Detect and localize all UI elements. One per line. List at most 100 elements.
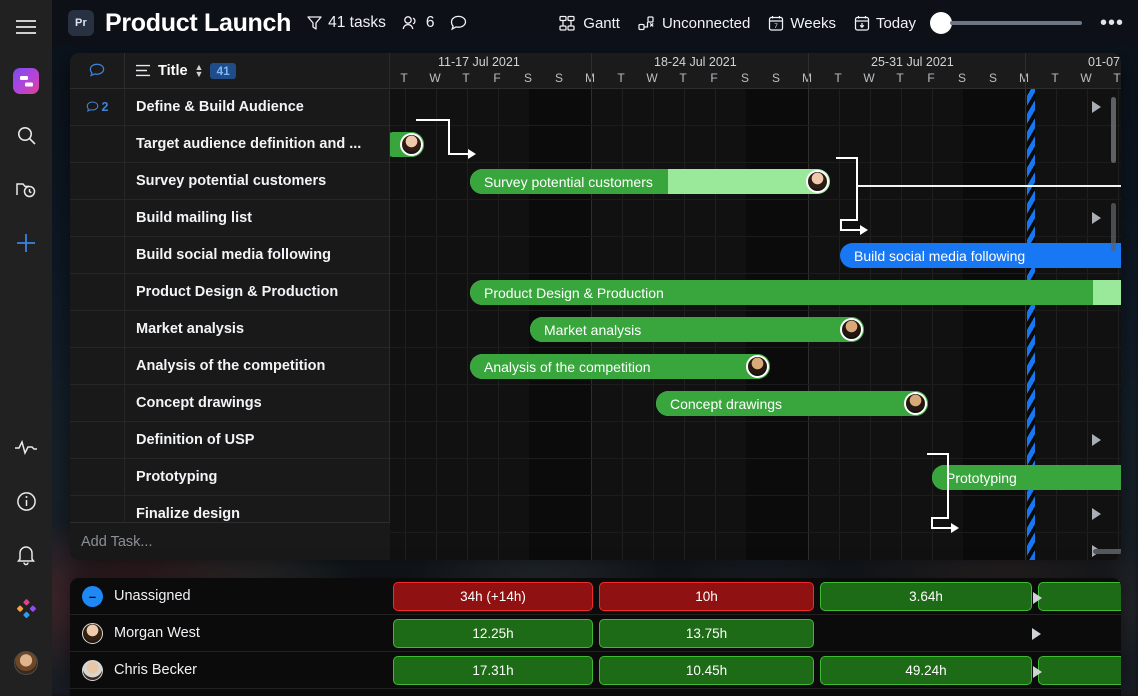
assignee-avatar[interactable]	[840, 318, 863, 341]
task-title-cell[interactable]: Build social media following	[125, 237, 389, 273]
task-title-cell[interactable]: Survey potential customers	[125, 163, 389, 199]
row-expand-caret[interactable]	[1092, 508, 1101, 520]
row-comment-cell[interactable]	[70, 348, 125, 384]
row-comment-cell[interactable]	[70, 163, 125, 199]
task-title-cell[interactable]: Product Design & Production	[125, 274, 389, 310]
workload-cell[interactable]	[1038, 656, 1121, 685]
table-row[interactable]: Concept drawings	[70, 385, 389, 422]
row-expand-caret[interactable]	[1092, 101, 1101, 113]
timeline-area[interactable]: 11-17 Jul 202118-24 Jul 202125-31 Jul 20…	[390, 53, 1121, 560]
table-row[interactable]: Analysis of the competition	[70, 348, 389, 385]
table-row[interactable]: Target audience definition and ...	[70, 126, 389, 163]
workload-cell[interactable]: 12.25h	[393, 619, 593, 648]
info-icon[interactable]	[0, 474, 52, 528]
assignee-avatar[interactable]	[904, 392, 927, 415]
notifications-icon[interactable]	[0, 528, 52, 582]
table-row[interactable]: Market analysis	[70, 311, 389, 348]
zoom-slider[interactable]	[930, 12, 1082, 34]
task-title-cell[interactable]: Target audience definition and ...	[125, 126, 389, 162]
vertical-scrollbar[interactable]	[1111, 97, 1116, 163]
workload-row[interactable]: Morgan West12.25h13.75h	[70, 615, 1121, 652]
comments-column-header[interactable]	[70, 53, 125, 88]
workload-cell[interactable]	[1038, 619, 1121, 648]
sort-toggle-icon[interactable]: ▲ ▼	[195, 64, 204, 77]
row-expand-caret[interactable]	[1092, 434, 1101, 446]
more-options-button[interactable]: •••	[1100, 18, 1124, 28]
workload-cell[interactable]: 13.75h	[599, 619, 814, 648]
workload-cell[interactable]	[820, 619, 1032, 648]
workload-cell[interactable]	[1038, 582, 1121, 611]
gantt-bar[interactable]: Survey potential customers	[470, 169, 830, 194]
table-row[interactable]: Survey potential customers	[70, 163, 389, 200]
zoom-slider-handle[interactable]	[930, 12, 952, 34]
row-comment-cell[interactable]	[70, 311, 125, 347]
recent-folder-icon[interactable]	[0, 162, 52, 216]
activity-icon[interactable]	[0, 420, 52, 474]
project-badge[interactable]: Pr	[68, 10, 94, 36]
gantt-bar[interactable]: Build social media following	[840, 243, 1121, 268]
unassigned-avatar[interactable]: –	[82, 586, 103, 607]
workload-cell[interactable]: 10h	[599, 582, 814, 611]
timeline-row[interactable]	[390, 89, 1121, 126]
table-row[interactable]: Build mailing list	[70, 200, 389, 237]
app-logo-icon[interactable]	[0, 54, 52, 108]
row-expand-caret[interactable]	[1092, 212, 1101, 224]
workload-row[interactable]: Chris Becker17.31h10.45h49.24h	[70, 652, 1121, 689]
task-filter[interactable]: 41 tasks	[307, 14, 386, 32]
assignee-avatar[interactable]	[746, 355, 769, 378]
row-comment-cell[interactable]	[70, 385, 125, 421]
task-title-cell[interactable]: Prototyping	[125, 459, 389, 495]
task-title-cell[interactable]: Concept drawings	[125, 385, 389, 421]
timeline-row[interactable]	[390, 200, 1121, 237]
table-row[interactable]: Product Design & Production	[70, 274, 389, 311]
view-gantt-button[interactable]: Gantt	[559, 15, 620, 32]
row-comment-cell[interactable]: 2	[70, 89, 125, 125]
horizontal-scrollbar[interactable]	[1093, 549, 1121, 554]
workload-cell[interactable]: 17.31h	[393, 656, 593, 685]
zoom-slider-track[interactable]	[950, 21, 1082, 25]
user-avatar[interactable]	[0, 636, 52, 690]
title-column-header[interactable]: Title ▲ ▼ 41	[125, 63, 389, 79]
row-comment-cell[interactable]	[70, 422, 125, 458]
workload-cell[interactable]: 34h (+14h)	[393, 582, 593, 611]
zoom-scale-button[interactable]: 7 Weeks	[768, 15, 836, 32]
today-button[interactable]: Today	[854, 15, 916, 32]
row-comment-cell[interactable]	[70, 237, 125, 273]
row-comment-cell[interactable]	[70, 200, 125, 236]
timeline-row[interactable]	[390, 126, 1121, 163]
task-title-cell[interactable]: Definition of USP	[125, 422, 389, 458]
person-avatar[interactable]	[82, 660, 103, 681]
menu-icon[interactable]	[0, 0, 52, 54]
person-avatar[interactable]	[82, 623, 103, 644]
row-comment-cell[interactable]	[70, 274, 125, 310]
vertical-scrollbar[interactable]	[1111, 203, 1116, 251]
gantt-bar[interactable]: Concept drawings	[656, 391, 928, 416]
workload-cell[interactable]: 3.64h	[820, 582, 1032, 611]
members-button[interactable]: 6	[402, 14, 435, 32]
row-comment-cell[interactable]	[70, 126, 125, 162]
comments-button[interactable]	[450, 15, 467, 31]
task-title-cell[interactable]: Market analysis	[125, 311, 389, 347]
workload-expand-caret[interactable]	[1033, 666, 1042, 678]
search-icon[interactable]	[0, 108, 52, 162]
row-comment-cell[interactable]	[70, 459, 125, 495]
workload-expand-caret[interactable]	[1032, 628, 1041, 640]
task-title-cell[interactable]: Analysis of the competition	[125, 348, 389, 384]
table-row[interactable]: Definition of USP	[70, 422, 389, 459]
workload-cell[interactable]: 49.24h	[820, 656, 1032, 685]
apps-icon[interactable]	[0, 582, 52, 636]
gantt-bar[interactable]: Analysis of the competition	[470, 354, 770, 379]
table-row[interactable]: Build social media following	[70, 237, 389, 274]
gantt-bar[interactable]: Product Design & Production	[470, 280, 1121, 305]
workload-expand-caret[interactable]	[1033, 592, 1042, 604]
table-row[interactable]: 2Define & Build Audience	[70, 89, 389, 126]
add-icon[interactable]	[0, 216, 52, 270]
workload-row[interactable]: –Unassigned34h (+14h)10h3.64h	[70, 578, 1121, 615]
workload-cell[interactable]: 10.45h	[599, 656, 814, 685]
task-title-cell[interactable]: Build mailing list	[125, 200, 389, 236]
timeline-row[interactable]	[390, 422, 1121, 459]
unconnected-button[interactable]: Unconnected	[638, 15, 750, 32]
assignee-avatar[interactable]	[806, 170, 829, 193]
table-row[interactable]: Prototyping	[70, 459, 389, 496]
task-title-cell[interactable]: Define & Build Audience	[125, 89, 389, 125]
